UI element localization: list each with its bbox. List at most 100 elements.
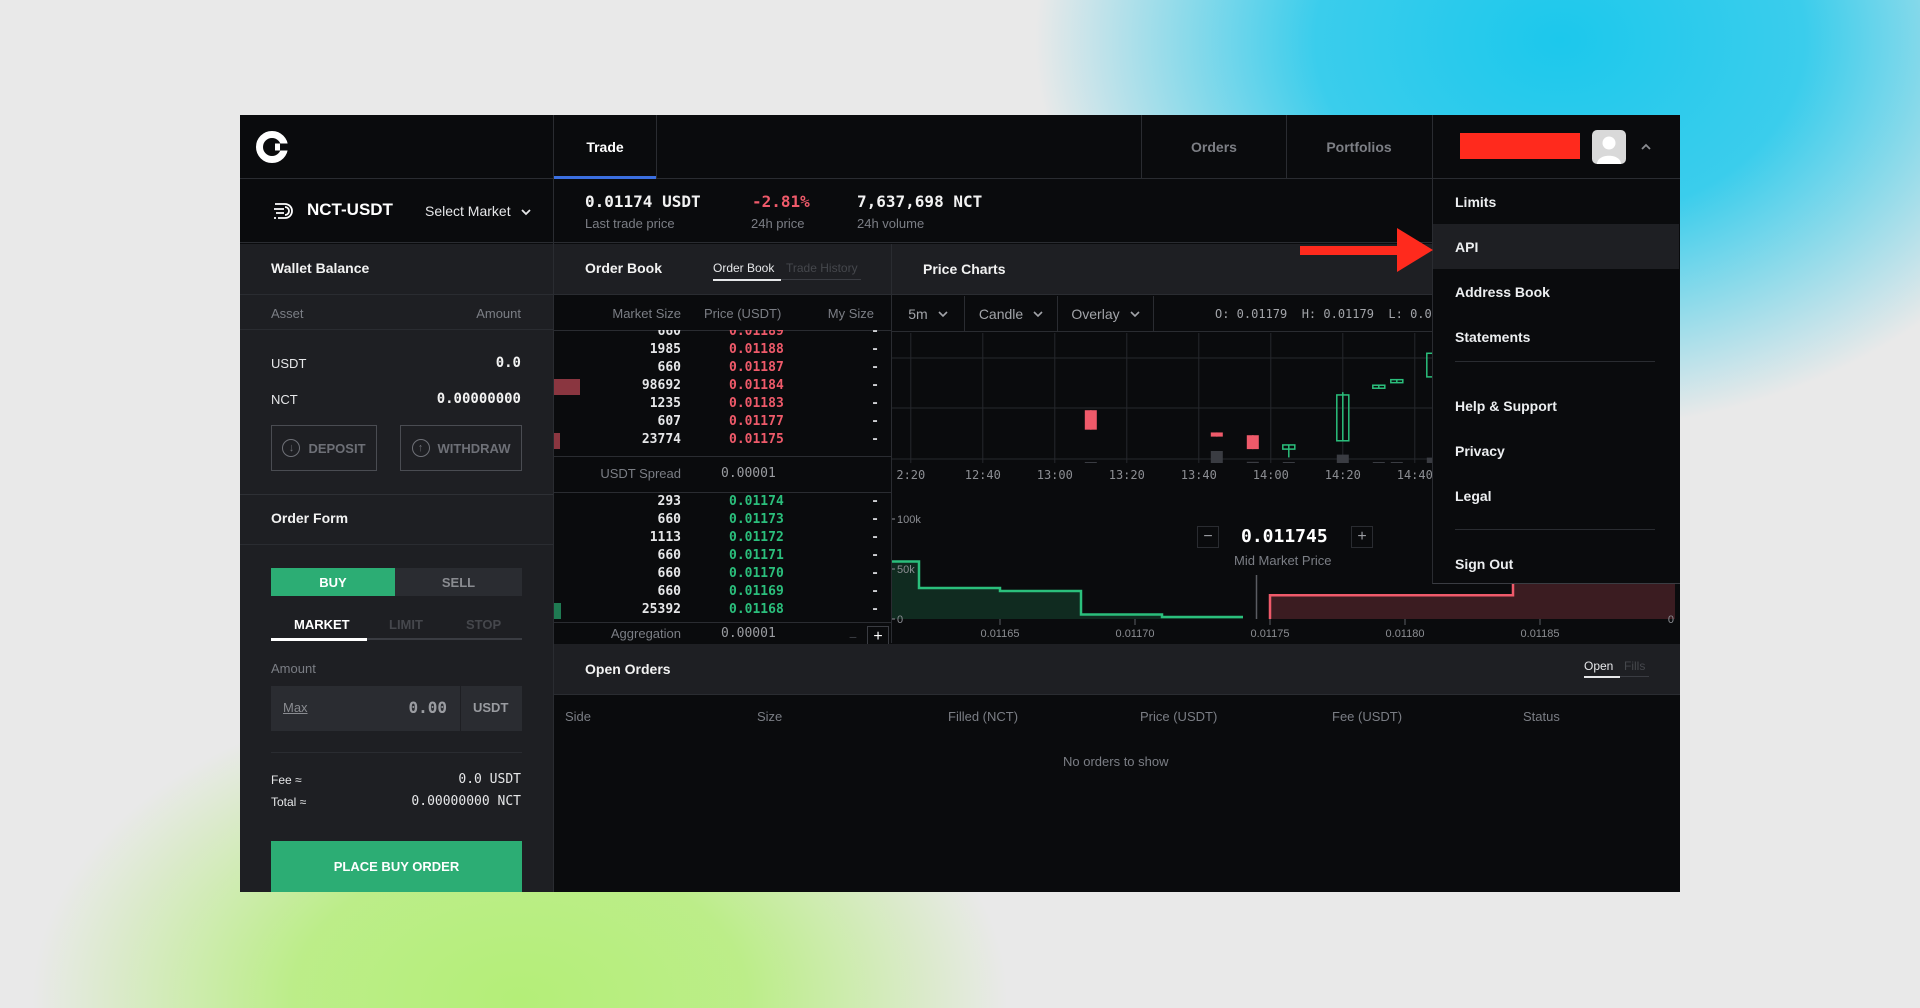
tab-trade[interactable]: Trade (554, 115, 656, 179)
row-price: 0.01172 (729, 530, 784, 545)
bid-row[interactable]: 660 0.01169 - (554, 584, 891, 602)
wallet-asset-nct: NCT (271, 392, 298, 407)
mid-price-box: − 0.011745 + Mid Market Price (1197, 522, 1387, 572)
bid-row[interactable]: 25392 0.01168 - (554, 602, 891, 620)
menu-item-address-book[interactable]: Address Book (1433, 269, 1679, 314)
tab-trade-history[interactable]: Trade History (786, 261, 858, 275)
arrow-down-circle-icon: ↓ (282, 439, 301, 457)
wallet-col-amount: Amount (476, 306, 521, 321)
tab-order-book[interactable]: Order Book (713, 261, 774, 275)
chart-type-select[interactable]: Candle (965, 296, 1058, 332)
left-panel: Wallet Balance Asset Amount USDT 0.0 NCT… (240, 244, 553, 892)
chevron-up-icon[interactable] (1640, 142, 1652, 152)
row-price: 0.01173 (729, 512, 784, 527)
tab-open[interactable]: Open (1584, 659, 1613, 673)
menu-item-statements[interactable]: Statements (1433, 314, 1679, 359)
volume-24h-label: 24h volume (857, 216, 925, 231)
bid-row[interactable]: 660 0.01173 - (554, 512, 891, 530)
row-price: 0.01187 (729, 360, 784, 375)
tab-stop[interactable]: STOP (466, 617, 501, 632)
row-my-size: - (871, 342, 879, 357)
ask-row[interactable]: 660 0.01187 - (554, 360, 891, 378)
menu-item-privacy[interactable]: Privacy (1433, 428, 1679, 473)
row-size: 293 (657, 494, 681, 509)
empty-state: No orders to show (1063, 754, 1169, 769)
overlay-select[interactable]: Overlay (1058, 296, 1154, 332)
market-selector[interactable]: NCT-USDT Select Market (240, 179, 553, 243)
sell-toggle[interactable]: SELL (395, 568, 522, 596)
interval-select[interactable]: 5m (892, 296, 965, 332)
row-size: 1985 (649, 342, 681, 357)
menu-item-sign-out[interactable]: Sign Out (1433, 541, 1679, 586)
mid-price-increase-button[interactable]: + (1351, 526, 1373, 548)
wallet-amount-nct: 0.00000000 (436, 391, 521, 407)
order-book: Market Size Price (USDT) My Size 660 0.01… (554, 296, 891, 648)
chevron-down-icon (1130, 311, 1140, 318)
ask-row[interactable]: 607 0.01177 - (554, 414, 891, 432)
volume-24h: 7,637,698 NCT (857, 192, 983, 211)
row-my-size: - (871, 414, 879, 429)
menu-item-limits[interactable]: Limits (1433, 179, 1679, 224)
withdraw-button[interactable]: ↑ WITHDRAW (400, 425, 522, 471)
candle-down (1246, 435, 1259, 450)
avatar[interactable] (1592, 130, 1626, 164)
time-tick-label: 12:40 (965, 468, 1001, 482)
tab-market[interactable]: MARKET (294, 617, 350, 632)
tab-limit[interactable]: LIMIT (389, 617, 423, 632)
mid-price-decrease-button[interactable]: − (1197, 526, 1219, 548)
ask-row[interactable]: 1985 0.01188 - (554, 342, 891, 360)
volume-bar (1282, 462, 1295, 463)
last-price: 0.01174 USDT (585, 192, 701, 211)
select-market-label[interactable]: Select Market (425, 203, 511, 219)
depth-x-tick-label: 0.01170 (1116, 628, 1155, 640)
spread-label: USDT Spread (600, 466, 681, 481)
row-my-size: - (871, 432, 879, 447)
row-size: 660 (657, 330, 681, 339)
arrow-up-circle-icon: ↑ (411, 439, 430, 457)
row-price: 0.01169 (729, 584, 784, 599)
logo-icon[interactable] (254, 129, 290, 165)
ask-row[interactable]: 98692 0.01184 - (554, 378, 891, 396)
col-market-size: Market Size (612, 306, 681, 321)
bid-row[interactable]: 1113 0.01172 - (554, 530, 891, 548)
row-my-size: - (871, 360, 879, 375)
buy-toggle[interactable]: BUY (271, 568, 395, 596)
tab-portfolios[interactable]: Portfolios (1287, 115, 1431, 179)
row-size: 660 (657, 360, 681, 375)
bid-row[interactable]: 660 0.01171 - (554, 548, 891, 566)
row-my-size: - (871, 566, 879, 581)
amount-input[interactable]: Max 0.00 USDT (271, 686, 522, 731)
volume-bar (1210, 451, 1223, 463)
menu-item-help-support[interactable]: Help & Support (1433, 383, 1679, 428)
row-my-size: - (871, 396, 879, 411)
ask-row[interactable]: 660 0.01189 - (554, 330, 891, 342)
bid-row[interactable]: 293 0.01174 - (554, 494, 891, 512)
asks-list: 660 0.01189 - 1985 0.01188 - 660 0.01187 - 98692 0… (554, 330, 891, 455)
row-size: 98692 (641, 378, 681, 393)
tab-fills[interactable]: Fills (1624, 659, 1645, 673)
open-orders-title: Open Orders (585, 661, 671, 677)
row-size: 660 (657, 512, 681, 527)
annotation-arrow-icon (1300, 228, 1433, 272)
ask-row[interactable]: 1235 0.01183 - (554, 396, 891, 414)
time-tick-label: 13:40 (1181, 468, 1217, 482)
row-price: 0.01168 (729, 602, 784, 617)
tab-orders[interactable]: Orders (1142, 115, 1286, 179)
menu-item-legal[interactable]: Legal (1433, 473, 1679, 518)
row-size: 23774 (641, 432, 681, 447)
row-size: 607 (657, 414, 681, 429)
deposit-button[interactable]: ↓ DEPOSIT (271, 425, 377, 471)
menu-divider (1455, 361, 1655, 362)
ask-row[interactable]: 23774 0.01175 - (554, 432, 891, 450)
bids-list: 293 0.01174 - 660 0.01173 - 1113 0.01172 - 660 0.0… (554, 494, 891, 620)
volume-bar (1372, 462, 1385, 463)
max-link[interactable]: Max (283, 700, 308, 715)
row-size: 25392 (641, 602, 681, 617)
place-buy-order-button[interactable]: PLACE BUY ORDER (271, 841, 522, 892)
chevron-down-icon[interactable] (521, 208, 531, 216)
row-price: 0.01189 (729, 330, 784, 339)
menu-item-api[interactable]: API (1433, 224, 1679, 269)
depth-bar (554, 603, 561, 619)
bid-row[interactable]: 660 0.01170 - (554, 566, 891, 584)
row-size: 660 (657, 566, 681, 581)
